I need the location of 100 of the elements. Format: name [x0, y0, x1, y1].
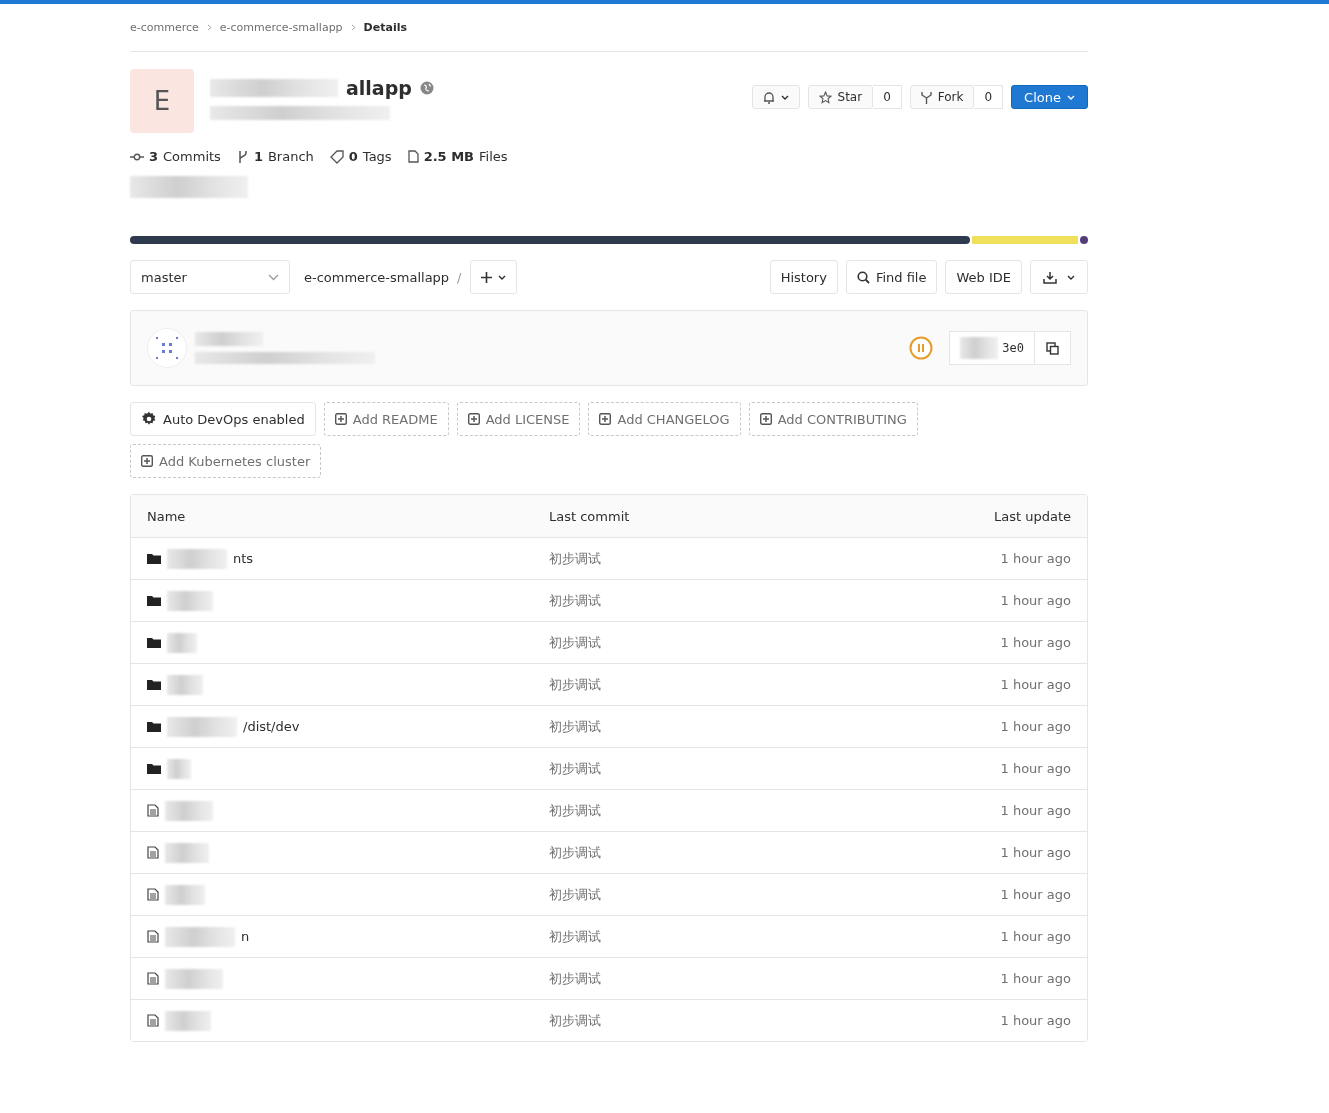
commit-message-link[interactable]: 初步调试: [549, 549, 871, 568]
caret-icon: [1067, 94, 1075, 100]
stat-link[interactable]: 3 Commits: [130, 149, 221, 164]
last-update-time: 1 hour ago: [999, 635, 1071, 650]
globe-icon: [419, 81, 434, 95]
plus-icon: [480, 271, 492, 283]
breadcrumb-link[interactable]: e-commerce: [130, 21, 199, 34]
add-file-button[interactable]: Add LICENSE: [456, 402, 581, 436]
star-button[interactable]: Star: [807, 85, 874, 109]
folder-icon: [147, 721, 161, 732]
identicon-icon: [155, 336, 179, 360]
add-file-button[interactable]: Add CHANGELOG: [588, 402, 741, 436]
chevron-down-icon: [268, 273, 279, 281]
column-header: Last update: [992, 508, 1071, 524]
gear-icon: [141, 411, 157, 427]
blurred-text: [165, 968, 223, 989]
blurred-text: [960, 337, 999, 359]
file-name[interactable]: /dist/dev: [243, 719, 300, 734]
download-button[interactable]: [1030, 260, 1088, 294]
auto-devops-button[interactable]: Auto DevOps enabled: [130, 402, 316, 436]
project-title: allapp: [346, 77, 412, 99]
copy-icon: [1046, 341, 1059, 355]
clone-button[interactable]: Clone: [1011, 85, 1088, 109]
path-link[interactable]: e-commerce-smallapp: [304, 269, 450, 285]
plus-square-icon: [599, 413, 612, 425]
fork-button[interactable]: Fork: [909, 85, 975, 109]
blurred-text: [167, 548, 227, 569]
project-avatar: E: [130, 69, 194, 133]
column-header: Last commit: [549, 508, 631, 524]
stat-link[interactable]: 1 Branch: [236, 149, 314, 164]
folder-icon: [147, 637, 161, 648]
chevron-icon: [350, 24, 356, 31]
web-ide-button[interactable]: Web IDE: [945, 260, 1022, 294]
commit-message-link[interactable]: 初步调试: [549, 843, 871, 862]
stat-link[interactable]: 0 Tags: [329, 149, 392, 164]
commit-message-link[interactable]: 初步调试: [549, 969, 871, 988]
breadcrumb-link[interactable]: Details: [363, 21, 407, 34]
commit-message-link[interactable]: 初步调试: [549, 1011, 871, 1030]
folder-icon: [147, 763, 161, 774]
add-file-button[interactable]: Add Kubernetes cluster: [130, 444, 322, 478]
file-icon: [147, 1014, 159, 1027]
breadcrumb-link[interactable]: e-commerce-smallapp: [219, 21, 343, 34]
stat-link[interactable]: 2.5 MB Files: [407, 149, 508, 164]
blurred-text: [165, 884, 205, 905]
commit-icon: [130, 152, 144, 161]
find-file-button[interactable]: Find file: [845, 260, 938, 294]
branch-icon: [236, 149, 249, 164]
file-name[interactable]: nts: [233, 551, 254, 566]
caret-icon: [497, 274, 506, 280]
path-separator: /: [457, 269, 462, 285]
commit-message-link[interactable]: 初步调试: [549, 885, 871, 904]
blurred-text: [195, 332, 263, 346]
folder-icon: [147, 679, 161, 690]
blurred-text: [167, 716, 237, 737]
copy-button[interactable]: [1035, 331, 1071, 365]
sha-text: 3e0: [1002, 341, 1024, 355]
branch-select[interactable]: master: [130, 260, 290, 294]
blurred-text: [167, 674, 203, 695]
blurred-text: [165, 842, 209, 863]
blurred-text: [165, 926, 235, 947]
history-button[interactable]: History: [769, 260, 838, 294]
last-update-time: 1 hour ago: [999, 803, 1071, 818]
plus-square-icon: [759, 413, 772, 425]
commit-message-link[interactable]: 初步调试: [549, 633, 871, 652]
commit-message-link[interactable]: 初步调试: [549, 759, 871, 778]
plus-square-icon: [141, 455, 153, 467]
last-update-time: 1 hour ago: [999, 845, 1071, 860]
file-icon: [407, 150, 419, 163]
blurred-text: [165, 800, 213, 821]
add-file-button[interactable]: Add CONTRIBUTING: [748, 402, 918, 436]
file-icon: [147, 930, 159, 943]
commit-message-link[interactable]: 初步调试: [549, 927, 871, 946]
commit-message-link[interactable]: 初步调试: [549, 717, 871, 736]
commit-message-link[interactable]: 初步调试: [549, 591, 871, 610]
notification-button[interactable]: [751, 85, 800, 109]
last-update-time: 1 hour ago: [999, 971, 1071, 986]
add-dropdown-button[interactable]: [469, 260, 517, 294]
last-update-time: 1 hour ago: [999, 551, 1071, 566]
caret-icon: [1067, 274, 1075, 280]
file-icon: [147, 846, 159, 859]
folder-icon: [147, 553, 161, 564]
star-count: 0: [873, 85, 902, 109]
blurred-text: [167, 758, 191, 779]
caret-icon: [780, 94, 789, 100]
star-icon: [818, 90, 832, 104]
last-update-time: 1 hour ago: [999, 887, 1071, 902]
blurred-text: [167, 632, 197, 653]
pipeline-paused-icon[interactable]: [909, 336, 934, 360]
bell-icon: [762, 90, 775, 104]
file-icon: [147, 888, 159, 901]
commit-message-link[interactable]: 初步调试: [549, 801, 871, 820]
folder-icon: [147, 595, 161, 606]
plus-square-icon: [467, 413, 480, 425]
add-file-button[interactable]: Add README: [323, 402, 449, 436]
last-update-time: 1 hour ago: [999, 761, 1071, 776]
commit-message-link[interactable]: 初步调试: [549, 675, 871, 694]
search-icon: [856, 270, 870, 284]
file-name[interactable]: n: [241, 929, 250, 944]
last-update-time: 1 hour ago: [999, 677, 1071, 692]
fork-icon: [920, 90, 932, 104]
